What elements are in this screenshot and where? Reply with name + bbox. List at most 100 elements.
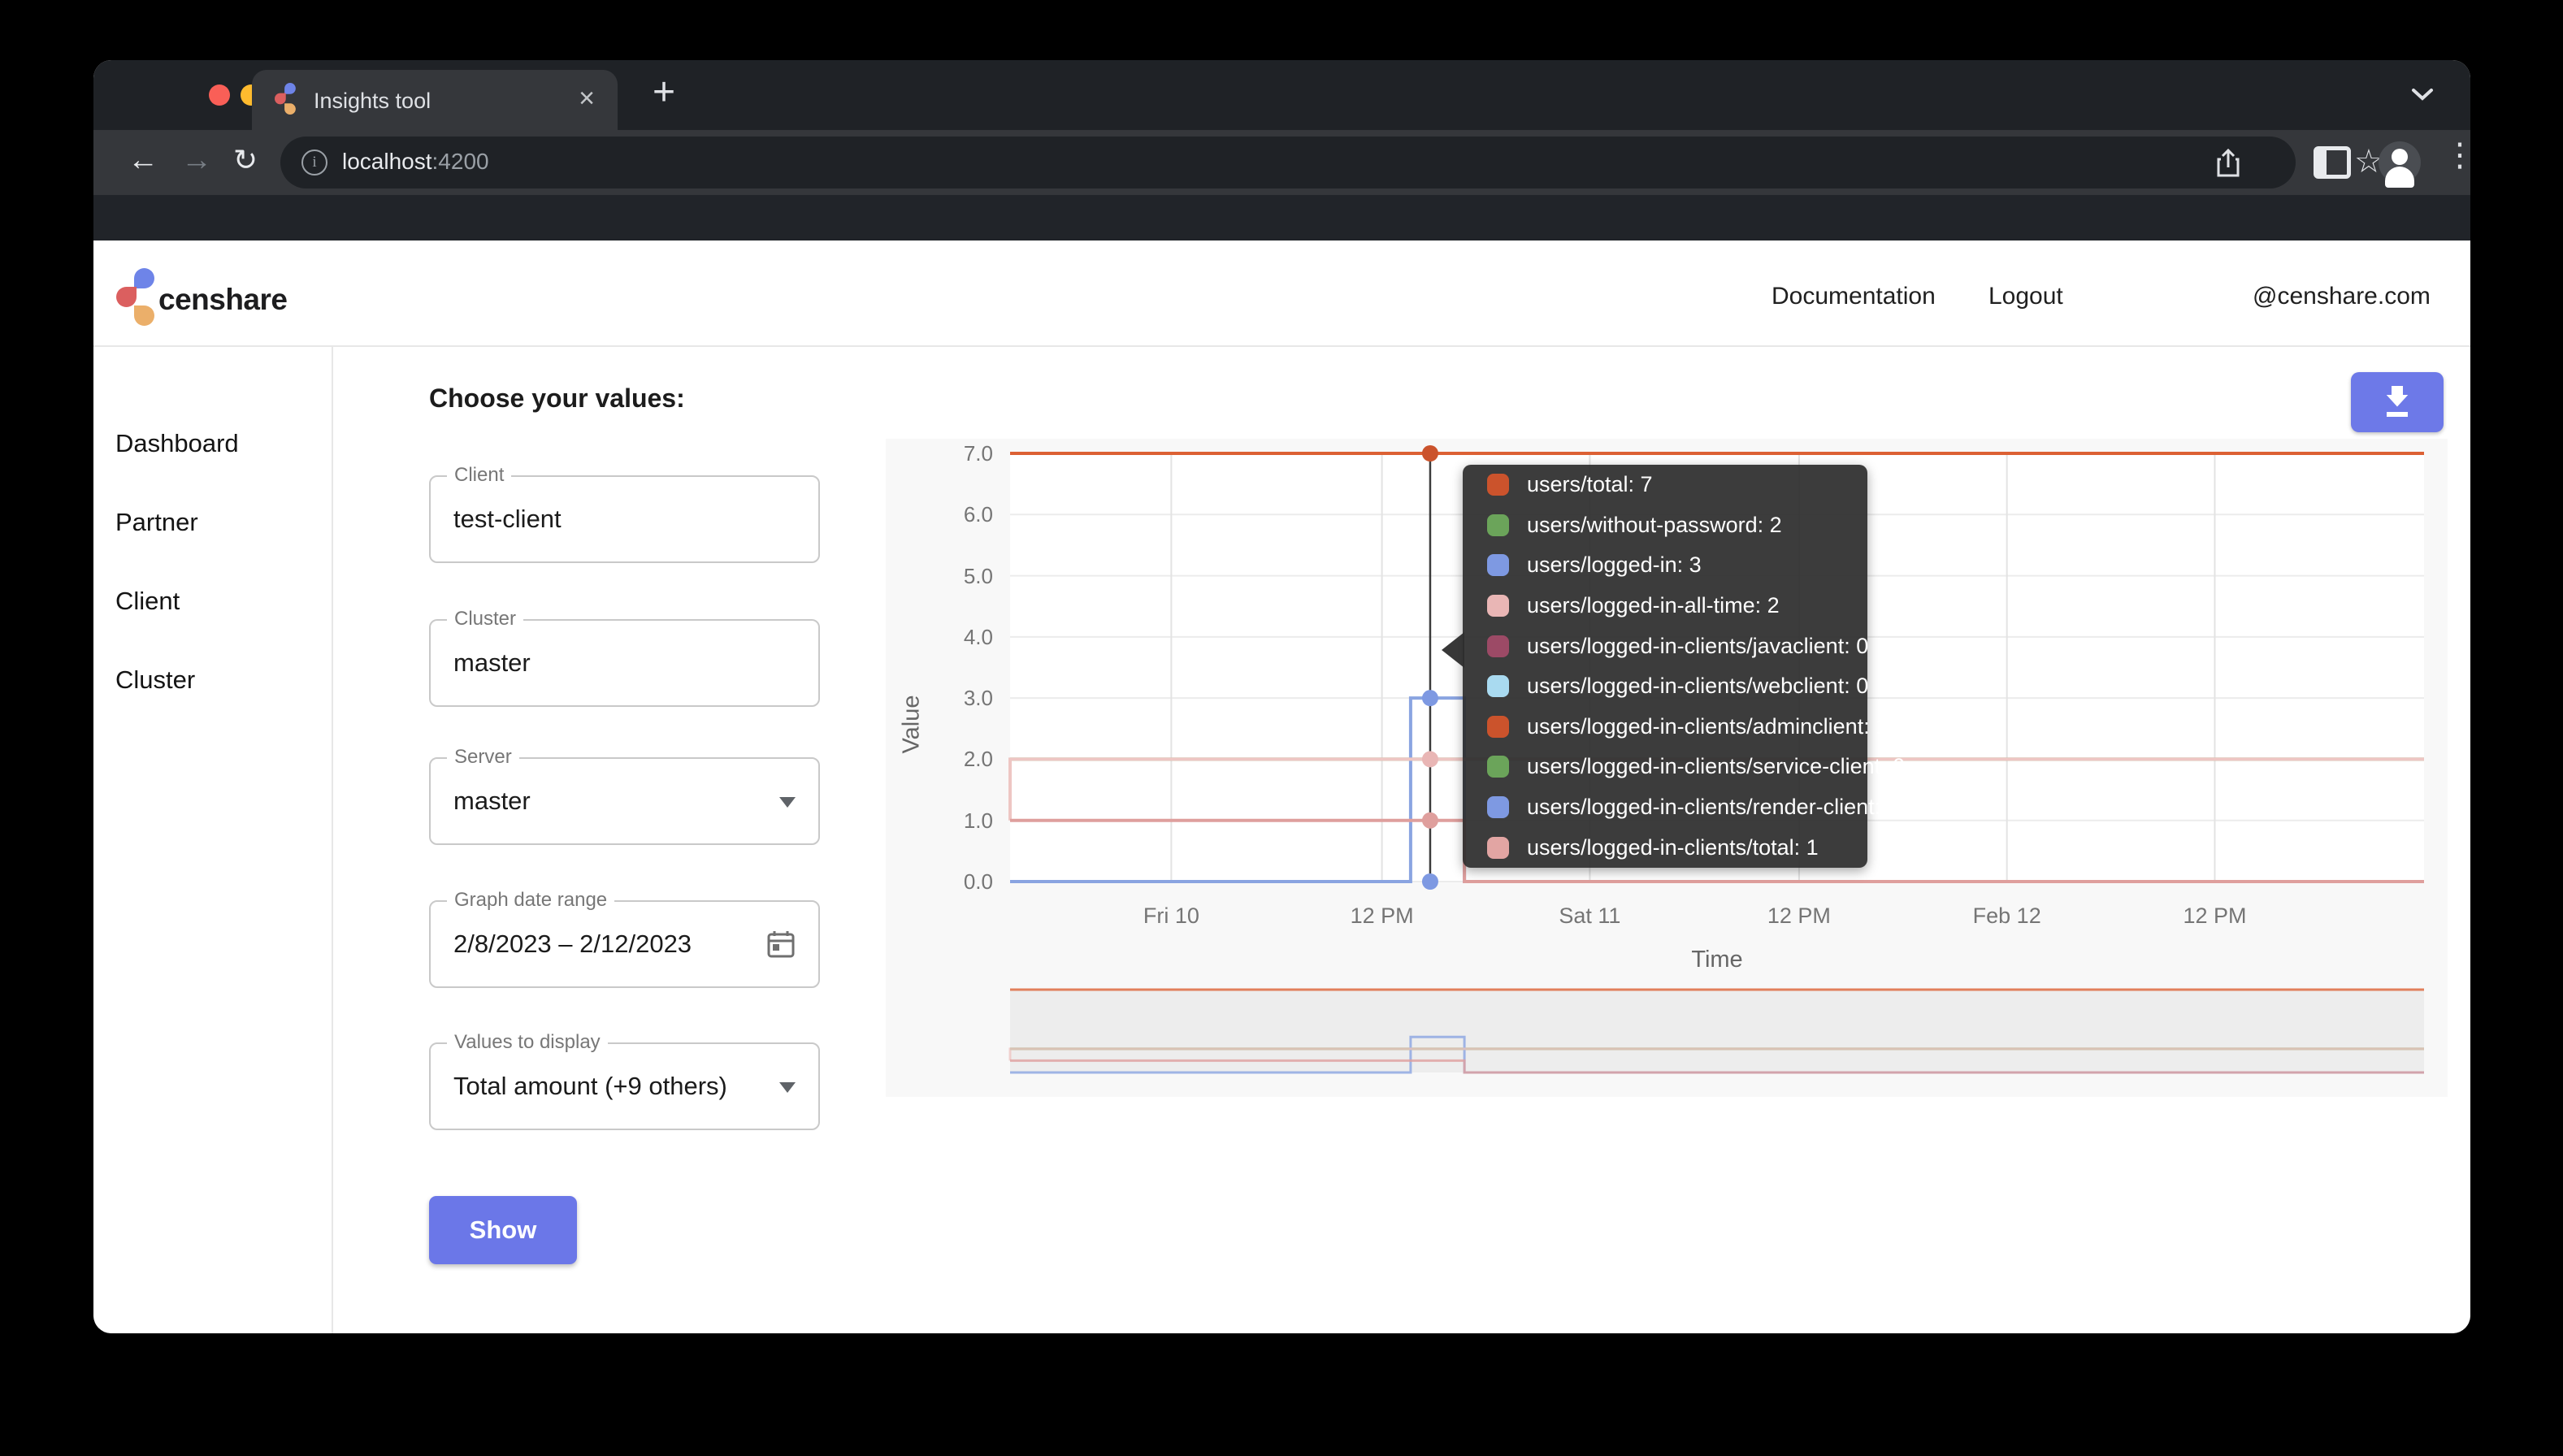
date-range-value[interactable]: 2/8/2023 – 2/12/2023: [453, 930, 692, 959]
x-axis-label: Time: [1668, 947, 1766, 973]
censhare-logo: censhare: [116, 268, 157, 327]
x-tick: Fri 10: [1114, 904, 1228, 929]
tooltip-row: users/logged-in-clients/render-client: 0: [1463, 787, 1867, 828]
series-swatch: [1487, 756, 1509, 778]
y-tick: 6.0: [886, 502, 993, 527]
window-close-button[interactable]: [209, 84, 230, 106]
tooltip-row: users/logged-in-all-time: 2: [1463, 586, 1867, 626]
server-select[interactable]: Server master: [429, 757, 820, 845]
cluster-field[interactable]: Cluster master: [429, 619, 820, 707]
values-display-label: Values to display: [447, 1031, 608, 1054]
y-tick: 5.0: [886, 564, 993, 589]
series-swatch: [1487, 716, 1509, 738]
profile-avatar[interactable]: [2379, 141, 2421, 184]
tooltip-row: users/logged-in: 3: [1463, 545, 1867, 586]
calendar-icon[interactable]: [765, 928, 797, 960]
server-select-label: Server: [447, 746, 519, 769]
y-tick: 0.0: [886, 869, 993, 895]
series-swatch: [1487, 675, 1509, 697]
tooltip-row: users/logged-in-clients/total: 1: [1463, 827, 1867, 868]
series-swatch: [1487, 635, 1509, 657]
form-title: Choose your values:: [429, 384, 685, 414]
tooltip-row: users/total: 7: [1463, 465, 1867, 505]
browser-menu-icon[interactable]: ⋮: [2444, 136, 2470, 174]
tooltip-text: users/logged-in-all-time: 2: [1527, 593, 1780, 618]
crosshair-dot: [1422, 873, 1438, 890]
share-icon[interactable]: [2214, 148, 2242, 179]
tab-close-icon[interactable]: ×: [579, 84, 595, 112]
series-swatch: [1487, 474, 1509, 496]
url-text[interactable]: localhost:4200: [342, 149, 489, 175]
y-tick: 7.0: [886, 441, 993, 466]
chart-tooltip: users/total: 7 users/without-password: 2 u…: [1463, 465, 1867, 868]
new-tab-button[interactable]: +: [653, 73, 675, 112]
account-email: @censhare.com: [2253, 283, 2431, 310]
tooltip-row: users/logged-in-clients/webclient: 0: [1463, 666, 1867, 707]
client-field-label: Client: [447, 464, 511, 487]
show-button[interactable]: Show: [429, 1196, 577, 1264]
download-button[interactable]: [2351, 372, 2444, 432]
tooltip-text: users/logged-in-clients/service-client: …: [1527, 754, 1905, 779]
values-display-value[interactable]: Total amount (+9 others): [453, 1072, 727, 1101]
site-info-icon[interactable]: i: [301, 150, 327, 176]
series-swatch: [1487, 837, 1509, 859]
side-panel-icon[interactable]: [2314, 146, 2351, 179]
client-field-value[interactable]: test-client: [453, 505, 562, 534]
tooltip-text: users/logged-in-clients/webclient: 0: [1527, 674, 1868, 699]
sidebar-item-client[interactable]: Client: [115, 587, 180, 616]
values-display-select[interactable]: Values to display Total amount (+9 other…: [429, 1042, 820, 1130]
crosshair-dot: [1422, 690, 1438, 706]
tooltip-arrow: [1442, 632, 1464, 668]
logo-text: censhare: [158, 283, 288, 317]
cluster-field-label: Cluster: [447, 608, 523, 630]
tooltip-row: users/logged-in-clients/service-client: …: [1463, 747, 1867, 787]
x-tick: 12 PM: [2158, 904, 2271, 929]
client-field[interactable]: Client test-client: [429, 475, 820, 563]
sidebar-item-dashboard[interactable]: Dashboard: [115, 429, 239, 458]
header-divider: [93, 345, 2470, 347]
tab-title: Insights tool: [314, 89, 431, 114]
nav-logout[interactable]: Logout: [1988, 283, 2063, 310]
date-range-label: Graph date range: [447, 889, 614, 912]
server-select-value[interactable]: master: [453, 786, 531, 816]
download-icon: [2381, 385, 2413, 419]
crosshair-dot: [1422, 812, 1438, 829]
tooltip-text: users/logged-in-clients/total: 1: [1527, 835, 1819, 860]
browser-toolbar: ← → ↻ i localhost:4200 ☆ ⋮: [93, 130, 2470, 195]
browser-tab[interactable]: Insights tool ×: [252, 70, 618, 130]
sidebar-item-cluster[interactable]: Cluster: [115, 665, 195, 695]
forward-icon[interactable]: →: [181, 142, 212, 178]
crosshair-dot: [1422, 751, 1438, 767]
address-bar[interactable]: i localhost:4200 ☆: [280, 136, 2296, 188]
sidebar-item-partner[interactable]: Partner: [115, 508, 198, 537]
tooltip-text: users/total: 7: [1527, 472, 1653, 497]
chevron-down-icon[interactable]: [2410, 86, 2435, 102]
chevron-down-icon: [779, 797, 796, 808]
reload-icon[interactable]: ↻: [233, 142, 258, 178]
browser-window: Insights tool × + ← → ↻ i localhost:4200…: [93, 60, 2470, 1333]
chevron-down-icon: [779, 1082, 796, 1093]
back-icon[interactable]: ←: [128, 142, 158, 178]
tooltip-text: users/logged-in-clients/javaclient: 0: [1527, 634, 1868, 659]
tooltip-text: users/logged-in: 3: [1527, 552, 1702, 578]
series-swatch: [1487, 595, 1509, 617]
series-swatch: [1487, 554, 1509, 576]
tab-strip: Insights tool × +: [93, 60, 2470, 130]
x-tick: 12 PM: [1742, 904, 1856, 929]
date-range-field[interactable]: Graph date range 2/8/2023 – 2/12/2023: [429, 900, 820, 988]
cluster-field-value[interactable]: master: [453, 648, 531, 678]
censhare-favicon: [275, 83, 297, 115]
tooltip-text: users/logged-in-clients/render-client: 0: [1527, 795, 1899, 820]
tooltip-text: users/logged-in-clients/adminclient: 1: [1527, 714, 1888, 739]
tooltip-row: users/logged-in-clients/adminclient: 1: [1463, 707, 1867, 748]
x-tick: 12 PM: [1325, 904, 1439, 929]
series-swatch: [1487, 514, 1509, 536]
tooltip-row: users/without-password: 2: [1463, 505, 1867, 546]
tooltip-text: users/without-password: 2: [1527, 513, 1782, 538]
y-axis-label: Value: [899, 644, 926, 806]
nav-documentation[interactable]: Documentation: [1772, 283, 1936, 310]
series-swatch: [1487, 796, 1509, 818]
app-page: censhare Documentation Logout @censhare.…: [93, 240, 2470, 1333]
x-tick: Feb 12: [1950, 904, 2064, 929]
crosshair-dot: [1422, 445, 1438, 462]
